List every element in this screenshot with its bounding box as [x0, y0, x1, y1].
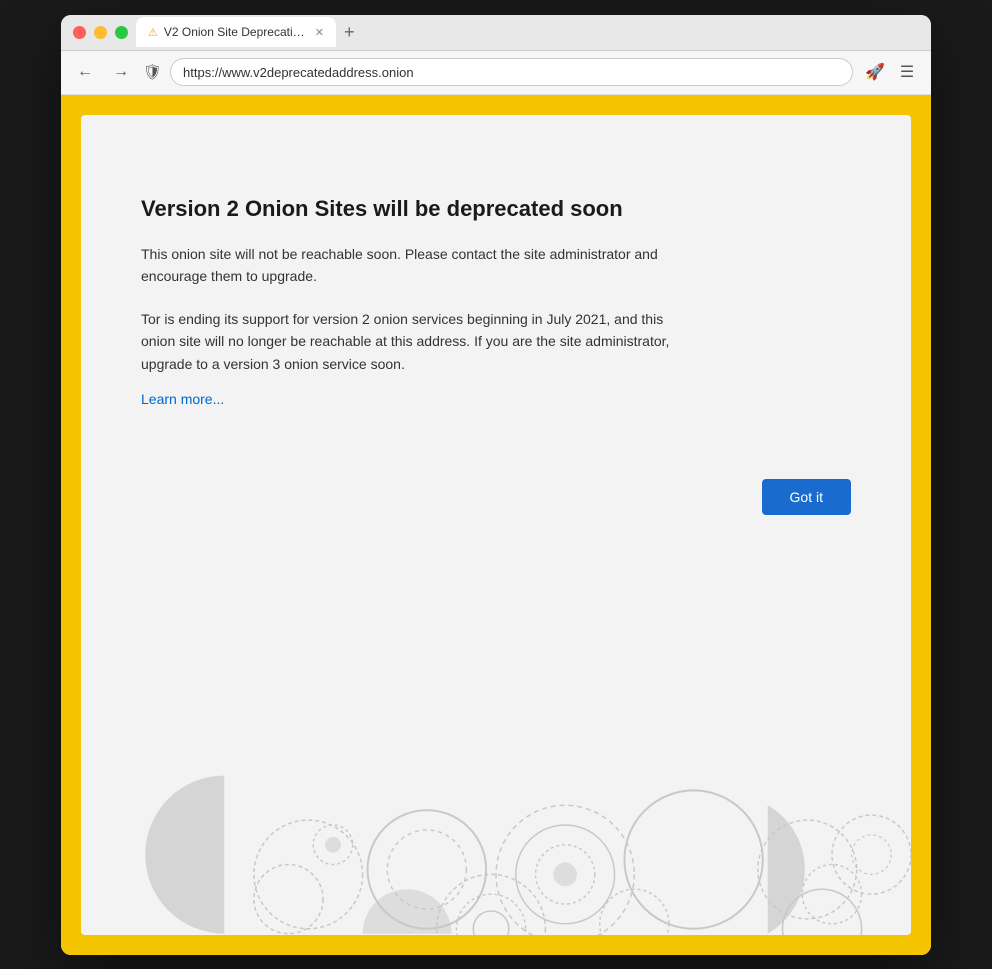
tabs-area: ⚠ V2 Onion Site Deprecation War… ✕ +: [136, 17, 919, 47]
rocket-icon: 🚀: [865, 62, 885, 82]
page-content: Version 2 Onion Sites will be deprecated…: [61, 95, 931, 955]
menu-icon: ☰: [900, 62, 914, 82]
close-button[interactable]: [73, 26, 86, 39]
forward-icon: →: [113, 63, 129, 81]
minimize-button[interactable]: [94, 26, 107, 39]
warning-description: This onion site will not be reachable so…: [141, 243, 701, 288]
tab-title: V2 Onion Site Deprecation War…: [164, 25, 309, 39]
new-tab-button[interactable]: +: [336, 17, 363, 47]
content-area: Version 2 Onion Sites will be deprecated…: [81, 115, 761, 450]
window-controls: [73, 26, 128, 39]
tab-close-button[interactable]: ✕: [315, 26, 324, 39]
page-inner: Version 2 Onion Sites will be deprecated…: [81, 115, 911, 935]
rocket-button[interactable]: 🚀: [861, 58, 889, 86]
decorative-area: [81, 715, 911, 935]
tab-warning-icon: ⚠: [148, 26, 158, 39]
got-it-button[interactable]: Got it: [762, 479, 851, 515]
toolbar-right: 🚀 ☰: [861, 58, 921, 86]
address-bar: ← → 🛡 https://www.v2deprecatedaddress.on…: [61, 51, 931, 95]
warning-detail: Tor is ending its support for version 2 …: [141, 308, 701, 375]
back-button[interactable]: ←: [71, 58, 99, 86]
url-bar[interactable]: https://www.v2deprecatedaddress.onion: [170, 58, 853, 86]
browser-window: ⚠ V2 Onion Site Deprecation War… ✕ + ← →…: [61, 15, 931, 955]
shield-icon: 🛡: [143, 63, 162, 81]
forward-button[interactable]: →: [107, 58, 135, 86]
back-icon: ←: [77, 63, 93, 81]
active-tab[interactable]: ⚠ V2 Onion Site Deprecation War… ✕: [136, 17, 336, 47]
page-heading: Version 2 Onion Sites will be deprecated…: [141, 195, 701, 224]
learn-more-link[interactable]: Learn more...: [141, 391, 224, 407]
menu-button[interactable]: ☰: [893, 58, 921, 86]
title-bar: ⚠ V2 Onion Site Deprecation War… ✕ +: [61, 15, 931, 51]
maximize-button[interactable]: [115, 26, 128, 39]
url-text: https://www.v2deprecatedaddress.onion: [183, 65, 414, 80]
